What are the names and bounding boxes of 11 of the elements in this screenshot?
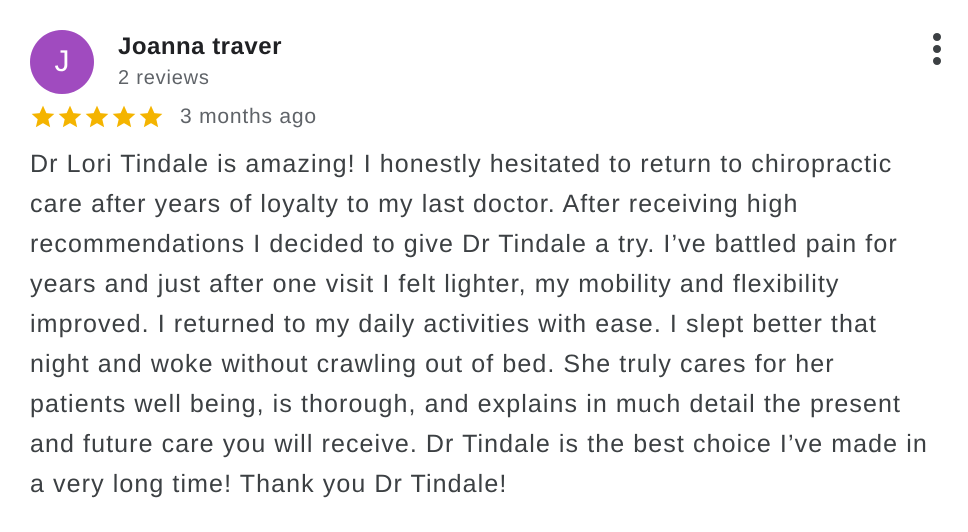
review-text: Dr Lori Tindale is amazing! I honestly hesitated to return to chiropractic care after years of loyalty to my last doctor. After receiving high recommendations I decided to give Dr Tindale a try. I’ve battled pain for years and just after one visit I felt lighter, my mobility and flexibility improved. I returned to my daily activities with ease. I slept better that night and woke without crawling out of bed. She truly cares for her patients well being, is thorough, and explains in much detail the present and future care you will receive. Dr Tindale is the best choice I’ve made in a very long time! Thank you Dr Tindale! <box>30 149 929 500</box>
star-icon <box>57 104 83 130</box>
review-time: 3 months ago <box>180 105 317 129</box>
author-name: Joanna traver <box>118 32 282 62</box>
avatar: J <box>30 30 94 94</box>
review-count: 2 reviews <box>118 66 211 91</box>
star-icon <box>111 104 137 130</box>
star-icon <box>138 104 164 130</box>
star-icon <box>84 104 110 130</box>
star-icon <box>30 104 56 130</box>
more-options-icon[interactable] <box>932 32 942 66</box>
